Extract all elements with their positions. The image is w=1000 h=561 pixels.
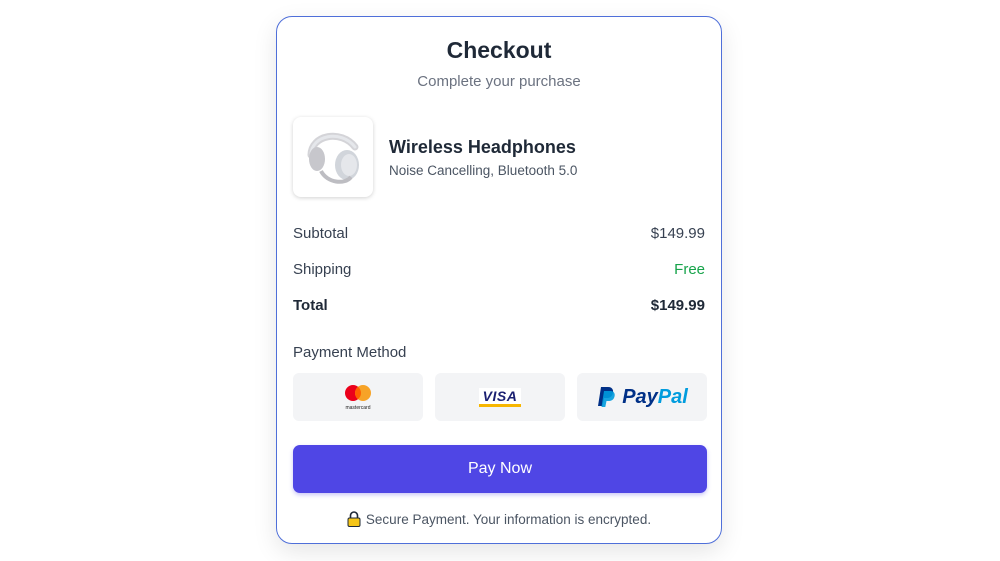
mastercard-text: mastercard [345,405,370,411]
secure-payment-text: Secure Payment. Your information is encr… [365,511,652,527]
subtotal-value: $149.99 [650,225,705,242]
paypal-text-pal: Pal [657,385,688,408]
headphones-icon [307,132,359,184]
product-image [293,117,373,197]
shipping-value: Free [674,261,705,278]
payment-method-label: Payment Method [293,344,407,361]
product-description: Noise Cancelling, Bluetooth 5.0 [389,163,578,178]
product-name: Wireless Headphones [389,137,576,157]
visa-logo: VISA [478,387,522,407]
shipping-label: Shipping [293,261,352,278]
shipping-row: Shipping Free [293,261,705,278]
page-subtitle: Complete your purchase [417,73,581,90]
pay-now-button[interactable]: Pay Now [293,445,707,493]
subtotal-label: Subtotal [293,225,349,242]
paypal-text-pay: Pay [622,385,658,408]
lock-icon [347,511,361,527]
payment-mastercard-button[interactable]: mastercard [293,373,423,421]
checkout-card: Checkout Complete your purchase Wireless… [276,16,722,544]
total-value: $149.99 [650,297,705,314]
secure-payment-note: Secure Payment. Your information is encr… [277,511,721,527]
payment-visa-button[interactable]: VISA [435,373,565,421]
mastercard-icon: mastercard [345,385,371,411]
payment-paypal-button[interactable]: PayPal [577,373,707,421]
total-row: Total $149.99 [293,297,705,314]
page-title: Checkout [446,37,552,63]
paypal-logo: PayPal [596,386,688,409]
subtotal-row: Subtotal $149.99 [293,225,705,242]
total-label: Total [293,297,328,314]
paypal-icon [598,387,615,407]
